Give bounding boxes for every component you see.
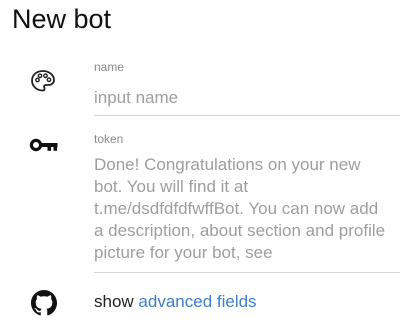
palette-icon — [31, 70, 55, 92]
advanced-fields-link[interactable]: advanced fields — [138, 292, 256, 311]
key-icon — [29, 138, 58, 152]
name-label: name — [94, 60, 125, 74]
page-title: New bot — [12, 4, 112, 34]
advanced-prefix: show — [94, 292, 134, 311]
name-input[interactable] — [94, 84, 394, 112]
token-label: token — [94, 132, 124, 146]
github-icon — [31, 290, 57, 316]
token-underline — [94, 272, 400, 273]
token-input[interactable]: Done! Congratulations on your new bot. Y… — [94, 154, 390, 264]
advanced-fields-row: show advanced fields — [94, 291, 257, 313]
name-underline — [94, 115, 400, 116]
